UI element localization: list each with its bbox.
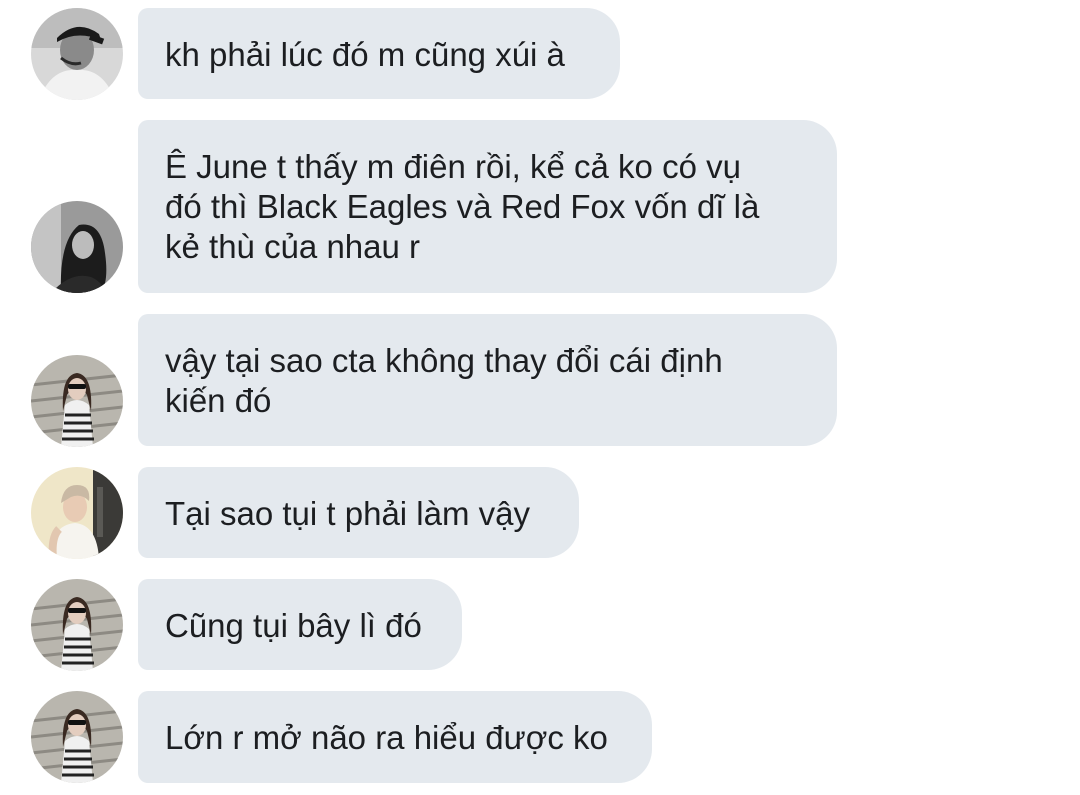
avatar-woman-sunglasses-striped[interactable] xyxy=(31,579,123,671)
message-text-line: Ê June t thấy m điên rồi, kể cả ko có vụ xyxy=(165,148,741,185)
message-bubble[interactable]: kh phải lúc đó m cũng xúi à xyxy=(138,8,620,99)
message-bubble[interactable]: Lớn r mở não ra hiểu được ko xyxy=(138,691,652,783)
avatar-man-in-cap-bw[interactable] xyxy=(31,8,123,100)
avatar-man-white-tank[interactable] xyxy=(31,467,123,559)
message-text-line: kẻ thù của nhau r xyxy=(165,228,421,265)
message-text: Tại sao tụi t phải làm vậy xyxy=(165,495,530,532)
message-bubble[interactable]: Tại sao tụi t phải làm vậy xyxy=(138,467,579,558)
message-bubble[interactable]: vậy tại sao cta không thay đổi cái định … xyxy=(138,314,837,446)
message-text-line: kiến đó xyxy=(165,382,272,419)
avatar-woman-long-hair-bw[interactable] xyxy=(31,201,123,293)
message-bubble[interactable]: Cũng tụi bây lì đó xyxy=(138,579,462,670)
message-text-line: vậy tại sao cta không thay đổi cái định xyxy=(165,342,723,379)
message-text: kh phải lúc đó m cũng xúi à xyxy=(165,36,565,73)
message-bubble[interactable]: Ê June t thấy m điên rồi, kể cả ko có vụ… xyxy=(138,120,837,293)
message-text-line: đó thì Black Eagles và Red Fox vốn dĩ là xyxy=(165,188,760,225)
message-text: Cũng tụi bây lì đó xyxy=(165,607,422,644)
avatar-woman-sunglasses-striped[interactable] xyxy=(31,355,123,447)
avatar-woman-sunglasses-striped[interactable] xyxy=(31,691,123,783)
message-text: Lớn r mở não ra hiểu được ko xyxy=(165,719,608,756)
